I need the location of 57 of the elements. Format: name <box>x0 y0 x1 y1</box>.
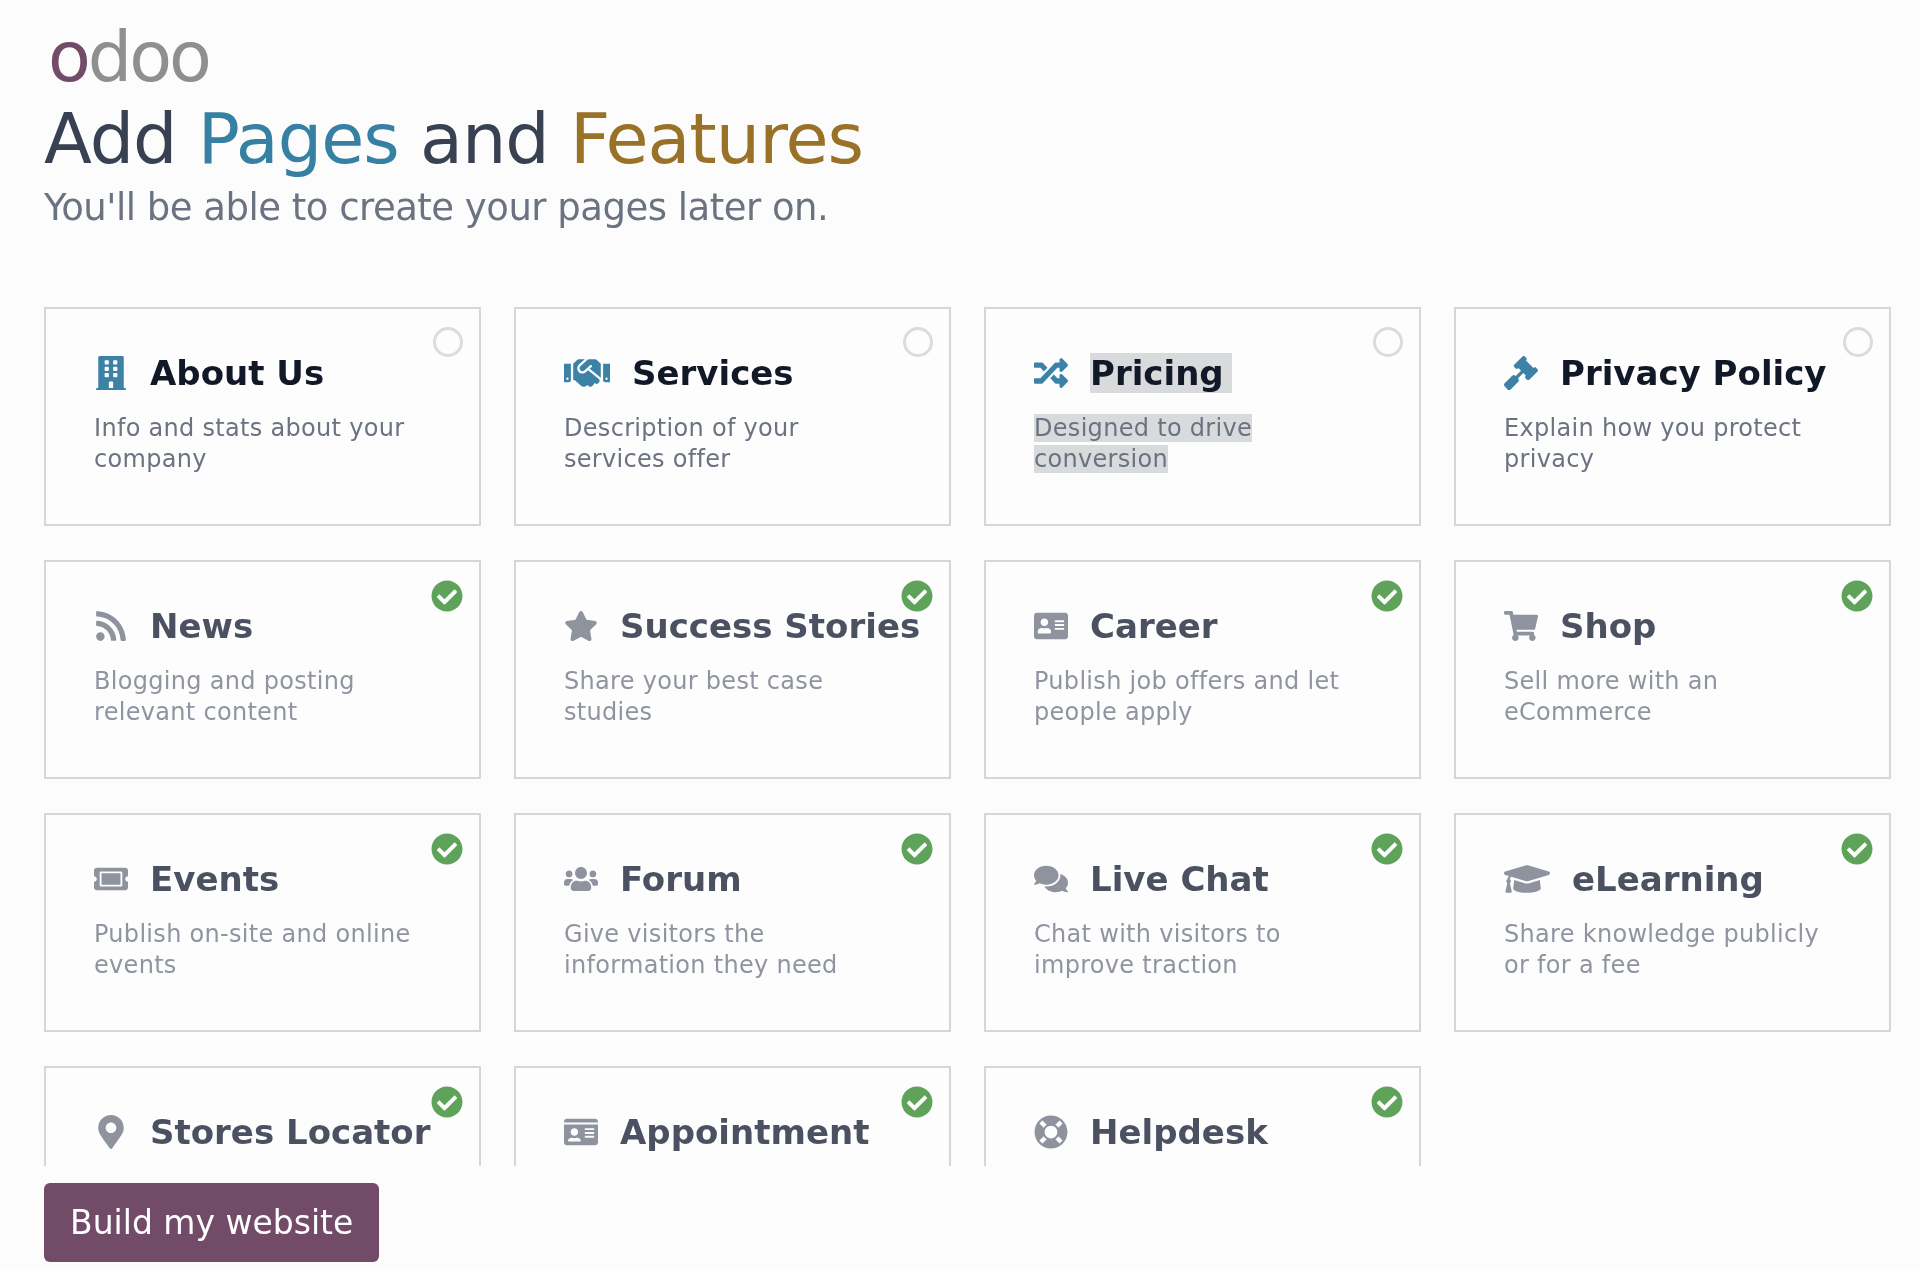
feature-card[interactable]: Shop Sell more with an eCommerce <box>1454 560 1891 779</box>
radio-circle[interactable] <box>903 327 933 357</box>
feature-card[interactable]: Privacy Policy Explain how you protect privacy <box>1454 307 1891 526</box>
feature-card[interactable]: Events Publish on-site and online events <box>44 813 481 1032</box>
building-icon <box>94 356 128 390</box>
feature-card[interactable]: Helpdesk <box>984 1066 1421 1166</box>
feature-description: Share knowledge publicly or for a fee <box>1504 919 1820 981</box>
feature-description: Blogging and posting relevant content <box>94 666 356 728</box>
feature-description: Description of your services offer <box>564 413 800 475</box>
feature-title: Stores Locator <box>150 1112 431 1152</box>
feature-title: Appointment <box>620 1112 870 1152</box>
feature-title: Privacy Policy <box>1560 353 1827 393</box>
feature-description: Explain how you protect privacy <box>1504 413 1803 475</box>
feature-title: Live Chat <box>1090 859 1269 899</box>
feature-card[interactable]: Success Stories Share your best case studies <box>514 560 951 779</box>
logo: odoo <box>48 22 210 88</box>
feature-title: eLearning <box>1572 859 1764 899</box>
build-website-button[interactable]: Build my website <box>44 1183 380 1262</box>
feature-description: Publish on-site and online events <box>94 919 412 981</box>
feature-card[interactable]: Stores Locator <box>44 1066 481 1166</box>
feature-title: Career <box>1090 606 1218 646</box>
gavel-icon <box>1504 356 1538 390</box>
feature-title: Pricing <box>1090 353 1232 393</box>
feature-description: Designed to drive conversion <box>1034 413 1254 475</box>
feature-description: Info and stats about your company <box>94 413 406 475</box>
feature-card[interactable]: Live Chat Chat with visitors to improve traction <box>984 813 1421 1032</box>
feature-card[interactable]: News Blogging and posting relevant content <box>44 560 481 779</box>
page-subtitle: You'll be able to create your pages later on. <box>44 186 829 229</box>
feature-description: Chat with visitors to improve traction <box>1034 919 1282 981</box>
feature-description: Publish job offers and let people apply <box>1034 666 1341 728</box>
lifebuoy-icon <box>1034 1115 1068 1149</box>
feature-title: Shop <box>1560 606 1657 646</box>
feature-card[interactable]: eLearning Share knowledge publicly or for a fee <box>1454 813 1891 1032</box>
feature-card[interactable]: Pricing Designed to drive conversion <box>984 307 1421 526</box>
rss-icon <box>94 609 128 643</box>
feature-title: About Us <box>150 353 325 393</box>
feature-description: Give visitors the information they need <box>564 919 839 981</box>
feature-card[interactable]: About Us Info and stats about your company <box>44 307 481 526</box>
feature-card[interactable]: Career Publish job offers and let people apply <box>984 560 1421 779</box>
cart-icon <box>1504 609 1538 643</box>
feature-title: Services <box>632 353 794 393</box>
feature-card[interactable]: Services Description of your services offer <box>514 307 951 526</box>
radio-circle[interactable] <box>433 327 463 357</box>
page-title: Add Pages and Features <box>44 97 863 182</box>
star-icon <box>564 609 598 643</box>
feature-title: Events <box>150 859 280 899</box>
radio-circle[interactable] <box>1843 327 1873 357</box>
radio-circle[interactable] <box>1373 327 1403 357</box>
feature-title: Forum <box>620 859 742 899</box>
shuffle-icon <box>1034 356 1068 390</box>
feature-description: Share your best case studies <box>564 666 825 728</box>
feature-title: News <box>150 606 254 646</box>
feature-card[interactable]: Forum Give visitors the information they need <box>514 813 951 1032</box>
feature-description: Sell more with an eCommerce <box>1504 666 1720 728</box>
feature-title: Success Stories <box>620 606 921 646</box>
feature-title: Helpdesk <box>1090 1112 1268 1152</box>
feature-card[interactable]: Appointment <box>514 1066 951 1166</box>
